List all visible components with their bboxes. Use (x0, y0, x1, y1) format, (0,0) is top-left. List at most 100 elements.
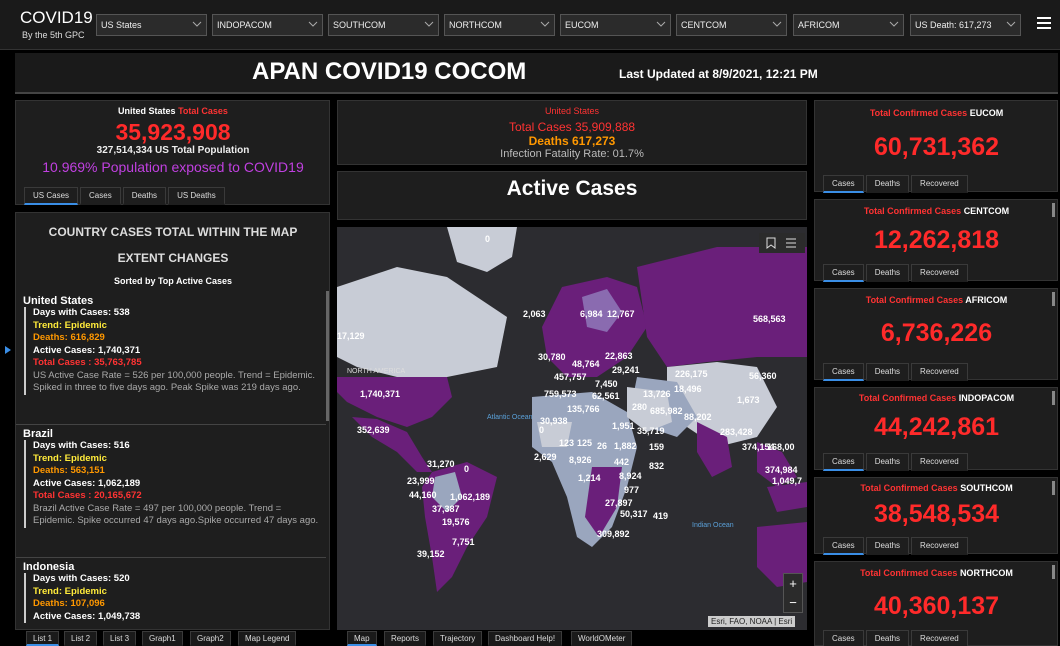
menu-icon[interactable] (1037, 17, 1051, 29)
tab-cases[interactable]: Cases (80, 187, 121, 205)
filter-northcom[interactable]: NORTHCOM (444, 14, 555, 36)
map-count-label: 35,719 (637, 426, 665, 436)
map-count-label: 1,951 (612, 421, 635, 431)
map-count-label: 568,563 (753, 314, 786, 324)
tab-list-1[interactable]: List 1 (26, 631, 60, 646)
scrollbar[interactable] (1052, 481, 1055, 495)
tab-recovered[interactable]: Recovered (911, 264, 968, 282)
cocom-name: EUCOM (969, 108, 1004, 118)
filter-indopacom[interactable]: INDOPACOM (212, 14, 323, 36)
world-map[interactable]: Atlantic Ocean Indian Ocean NORTH AMERIC… (337, 227, 807, 630)
map-count-label: 50,317 (620, 509, 648, 519)
map-tools (759, 233, 805, 253)
panel-heading: Total Confirmed Cases AFRICOM (815, 295, 1058, 305)
map-count-label: 123 (559, 438, 574, 448)
expand-arrow-icon[interactable] (4, 345, 12, 355)
active-cases: Active Cases: 1,062,189 (33, 477, 141, 489)
map-canvas: Atlantic Ocean Indian Ocean NORTH AMERIC… (337, 227, 807, 630)
days-with-cases: Days with Cases: 520 (33, 573, 130, 584)
tab-dashboard-help[interactable]: Dashboard Help! (488, 631, 563, 646)
tab-reports[interactable]: Reports (384, 631, 427, 646)
africom-panel: Total Confirmed Cases AFRICOM 6,736,226 … (814, 288, 1058, 381)
zoom-in-button[interactable]: + (784, 574, 802, 593)
map-count-label: 1,740,371 (360, 389, 400, 399)
list-icon[interactable] (785, 237, 797, 249)
tab-deaths[interactable]: Deaths (865, 175, 910, 193)
scrollbar[interactable] (1052, 203, 1055, 217)
map-count-label: 280 (632, 402, 647, 412)
map-count-label: 8,924 (619, 471, 642, 481)
country-list-heading-2: EXTENT CHANGES (117, 251, 229, 265)
map-count-label: 26 (597, 441, 607, 451)
tab-cases[interactable]: Cases (823, 175, 864, 193)
map-count-label: 37,387 (432, 504, 460, 514)
tab-deaths[interactable]: Deaths (865, 453, 910, 471)
filter-eucom[interactable]: EUCOM (560, 14, 671, 36)
map-count-label: 18,496 (674, 384, 702, 394)
tab-deaths[interactable]: Deaths (865, 264, 910, 282)
panel-heading: Total Confirmed Cases NORTHCOM (815, 568, 1058, 578)
scrollbar[interactable] (1052, 391, 1055, 405)
tab-cases[interactable]: Cases (823, 264, 864, 282)
map-count-label: 977 (624, 485, 639, 495)
scrollbar[interactable] (1052, 292, 1055, 306)
tab-cases[interactable]: Cases (823, 453, 864, 471)
tab-list-3[interactable]: List 3 (103, 631, 137, 646)
list-item[interactable]: Brazil Days with Cases: 516 Trend: Epide… (23, 428, 323, 528)
list-item[interactable]: Indonesia Days with Cases: 520 Trend: Ep… (23, 561, 323, 623)
scrollbar[interactable] (326, 291, 329, 421)
tab-trajectory[interactable]: Trajectory (433, 631, 483, 646)
tab-map[interactable]: Map (347, 631, 377, 646)
region-label: NORTH AMERICA (347, 368, 406, 375)
chevron-down-icon (656, 21, 666, 27)
tab-deaths[interactable]: Deaths (865, 363, 910, 381)
total-cases: Total Cases : 35,763,785 (33, 357, 142, 368)
tab-list-2[interactable]: List 2 (64, 631, 98, 646)
tab-recovered[interactable]: Recovered (911, 363, 968, 381)
tab-deaths[interactable]: Deaths (122, 187, 167, 205)
cocom-total: 44,242,861 (873, 413, 1000, 441)
tab-deaths[interactable]: Deaths (865, 630, 910, 646)
cocom-name: SOUTHCOM (960, 483, 1013, 493)
filter-africom[interactable]: AFRICOM (793, 14, 904, 36)
map-count-label: 6,984 (580, 309, 603, 319)
tab-worldometer[interactable]: WorldOMeter (571, 631, 633, 646)
country-name: Brazil (23, 428, 53, 440)
tab-graph-1[interactable]: Graph1 (142, 631, 183, 646)
scrollbar[interactable] (1052, 565, 1055, 579)
trend: Trend: Epidemic (33, 452, 107, 464)
filter-us-states[interactable]: US States (96, 14, 207, 36)
chevron-down-icon (192, 21, 202, 27)
app-title: COVID19 (20, 8, 93, 27)
tab-cases[interactable]: Cases (823, 363, 864, 381)
country-name: United States (23, 295, 94, 307)
tab-us-deaths[interactable]: US Deaths (168, 187, 225, 205)
cocom-tabs: Cases Deaths Recovered (823, 175, 970, 193)
banner: APAN COVID19 COCOM Last Updated at 8/9/2… (15, 53, 1058, 94)
center-deaths: Deaths 617,273 (528, 134, 616, 148)
map-count-label: 13,726 (643, 389, 671, 399)
tab-recovered[interactable]: Recovered (911, 537, 968, 555)
country-details: Days with Cases: 516 Trend: Epidemic Dea… (24, 440, 323, 528)
tab-recovered[interactable]: Recovered (911, 175, 968, 193)
tab-cases[interactable]: Cases (823, 537, 864, 555)
filter-us-death[interactable]: US Death: 617,273 (910, 14, 1021, 36)
map-count-label: 30,938 (540, 416, 568, 426)
tab-graph-2[interactable]: Graph2 (190, 631, 231, 646)
tab-recovered[interactable]: Recovered (911, 630, 968, 646)
tab-recovered[interactable]: Recovered (911, 453, 968, 471)
map-count-label: 135,766 (567, 404, 600, 414)
bookmark-icon[interactable] (765, 237, 777, 249)
filter-southcom[interactable]: SOUTHCOM (328, 14, 439, 36)
us-summary-panel: United States Total Cases 35,923,908 327… (15, 100, 330, 205)
country-name: Indonesia (23, 561, 75, 573)
total-confirmed-label: Total Confirmed Cases (860, 568, 958, 578)
tab-deaths[interactable]: Deaths (865, 537, 910, 555)
list-item[interactable]: United States Days with Cases: 538 Trend… (23, 295, 323, 395)
tab-cases[interactable]: Cases (823, 630, 864, 646)
zoom-out-button[interactable]: − (784, 593, 802, 612)
tab-us-cases[interactable]: US Cases (24, 187, 79, 205)
filter-centcom[interactable]: CENTCOM (676, 14, 787, 36)
tab-map-legend[interactable]: Map Legend (238, 631, 297, 646)
map-count-label: 88,202 (684, 412, 712, 422)
